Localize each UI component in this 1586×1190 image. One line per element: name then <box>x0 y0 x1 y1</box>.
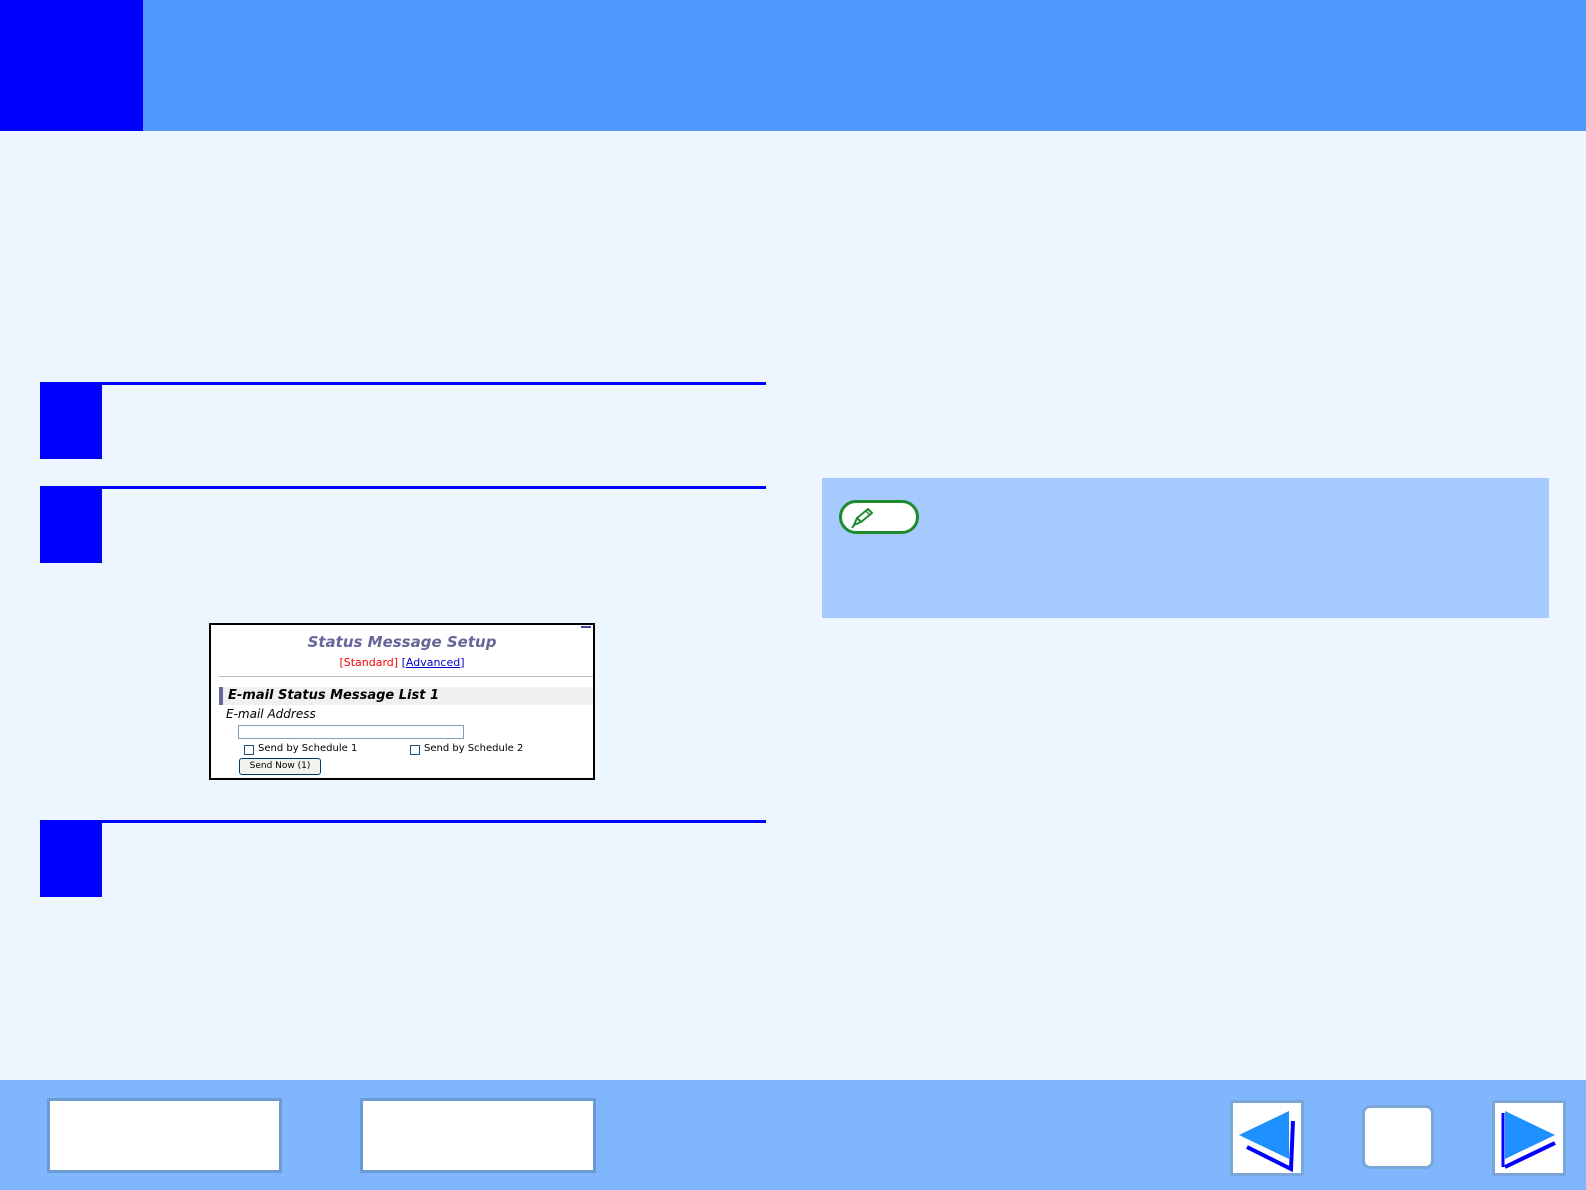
step-3-rule <box>40 820 766 823</box>
contents-button[interactable] <box>47 1098 282 1173</box>
send-now-button[interactable]: Send Now (1) <box>239 758 321 775</box>
next-page-button[interactable] <box>1492 1100 1566 1176</box>
index-button[interactable] <box>360 1098 596 1173</box>
home-button[interactable] <box>1362 1105 1434 1169</box>
page-header <box>0 0 1586 131</box>
step-1-marker <box>40 385 102 459</box>
advanced-link-text: Advanced <box>405 656 461 669</box>
dialog-divider <box>219 676 593 677</box>
schedule-1-checkbox[interactable] <box>244 745 254 755</box>
dialog-title: Status Message Setup <box>307 633 497 651</box>
schedule-1-label: Send by Schedule 1 <box>258 743 358 754</box>
note-box <box>822 478 1549 618</box>
section-header: E-mail Status Message List 1 <box>219 687 593 705</box>
step-2-rule <box>40 486 766 489</box>
status-message-setup-screenshot: Status Message Setup [Standard] [Advance… <box>209 623 595 780</box>
schedule-2-label: Send by Schedule 2 <box>424 743 524 754</box>
previous-page-button[interactable] <box>1230 1100 1304 1176</box>
schedule-2-checkbox[interactable] <box>410 745 420 755</box>
step-3-marker <box>40 823 102 897</box>
email-address-label: E-mail Address <box>226 707 316 721</box>
section-title: E-mail Status Message List 1 <box>228 688 440 703</box>
step-1-rule <box>40 382 766 385</box>
advanced-bracket-close: ] <box>460 656 465 669</box>
standard-mode-link[interactable]: [Standard] <box>339 656 398 669</box>
advanced-mode-link[interactable]: [Advanced] <box>402 656 465 669</box>
chapter-marker <box>0 0 143 131</box>
mode-links: [Standard] [Advanced] <box>211 656 593 669</box>
step-2-marker <box>40 489 102 563</box>
screenshot-corner-mark <box>581 626 591 628</box>
note-badge <box>839 500 919 534</box>
email-address-input[interactable] <box>238 725 464 739</box>
